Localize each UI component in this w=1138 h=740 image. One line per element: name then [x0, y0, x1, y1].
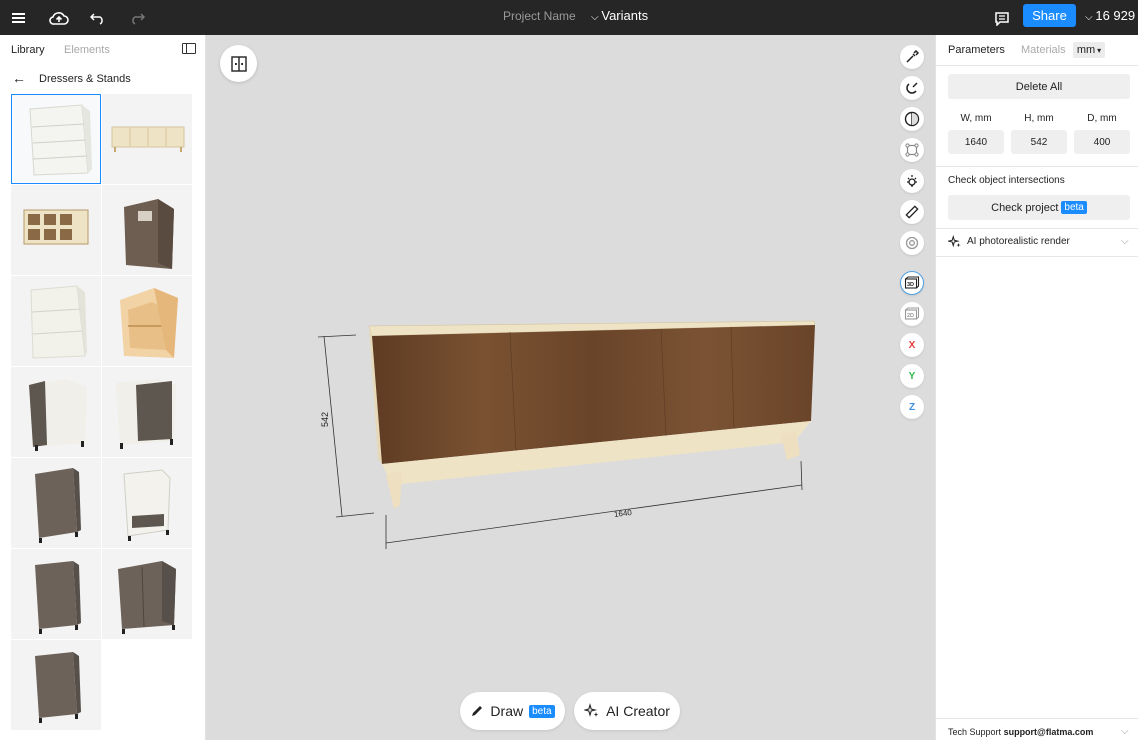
view-2d-button[interactable]: 2D: [900, 302, 924, 326]
library-item[interactable]: [11, 185, 101, 275]
properties-panel: Parameters Materials mm ▾ Delete All W, m…: [935, 35, 1138, 740]
share-button[interactable]: Share: [1023, 4, 1076, 27]
check-project-button[interactable]: Check project beta: [948, 195, 1130, 220]
variants-dropdown[interactable]: ⌵ Variants: [591, 8, 648, 23]
project-name[interactable]: Project Name: [503, 9, 576, 23]
height-input[interactable]: 542: [1011, 130, 1067, 154]
width-input[interactable]: 1640: [948, 130, 1004, 154]
support-label-text: Tech Support: [948, 727, 1002, 737]
tab-library[interactable]: Library: [11, 44, 45, 56]
tech-support-row[interactable]: Tech Support support@flatma.com ⌵: [936, 718, 1138, 740]
library-item[interactable]: [11, 367, 101, 457]
contrast-icon[interactable]: [900, 107, 924, 131]
check-project-label: Check project: [991, 201, 1059, 214]
height-label: H, mm: [1024, 113, 1054, 124]
tab-materials[interactable]: Materials: [1021, 44, 1066, 56]
ai-creator-button[interactable]: AI Creator: [574, 692, 680, 730]
divider: [936, 65, 1138, 66]
target-icon[interactable]: [900, 231, 924, 255]
ruler-icon[interactable]: [900, 200, 924, 224]
chevron-down-icon: ⌵: [1121, 726, 1129, 737]
magnet-icon[interactable]: [900, 76, 924, 100]
x-axis-button[interactable]: X: [900, 333, 924, 357]
tab-elements[interactable]: Elements: [64, 44, 110, 56]
bounding-box-icon[interactable]: [900, 138, 924, 162]
y-axis-button[interactable]: Y: [900, 364, 924, 388]
3d-viewport[interactable]: 542 1640 3D 2D X Y Z Draw beta AI Creato…: [206, 35, 935, 740]
tech-support-label: Tech Support support@flatma.com: [948, 727, 1093, 737]
library-panel: Library Elements ← Dressers & Stands: [0, 35, 206, 740]
units-value: mm: [1076, 44, 1096, 56]
pencil-icon: [472, 706, 483, 716]
width-label: W, mm: [960, 113, 992, 124]
balance-dropdown[interactable]: ⌵ 16 929: [1085, 8, 1135, 23]
intersections-heading: Check object intersections: [948, 175, 1065, 186]
lighting-icon[interactable]: [900, 169, 924, 193]
divider: [936, 256, 1138, 257]
category-title: Dressers & Stands: [39, 73, 131, 85]
tab-parameters[interactable]: Parameters: [948, 44, 1005, 56]
library-item[interactable]: [102, 367, 192, 457]
library-item[interactable]: [11, 549, 101, 639]
support-email[interactable]: support@flatma.com: [1004, 727, 1094, 737]
collapse-panel-icon[interactable]: [182, 43, 196, 54]
draw-label: Draw: [490, 703, 524, 719]
library-item[interactable]: [102, 458, 192, 548]
ai-creator-label: AI Creator: [606, 703, 670, 719]
beta-badge: beta: [529, 704, 555, 718]
svg-text:2D: 2D: [907, 313, 914, 319]
chevron-down-icon: ⌵: [591, 12, 602, 23]
back-arrow-icon[interactable]: ←: [12, 71, 26, 85]
chevron-down-icon: ⌵: [1085, 12, 1096, 23]
depth-label: D, mm: [1087, 113, 1117, 124]
cloud-upload-icon[interactable]: [47, 6, 71, 30]
depth-input[interactable]: 400: [1074, 130, 1130, 154]
beta-badge: beta: [1061, 201, 1087, 214]
library-item[interactable]: [102, 94, 192, 184]
undo-icon[interactable]: [86, 6, 110, 30]
library-item[interactable]: [11, 640, 101, 730]
balance-count: 16 929: [1095, 8, 1136, 23]
library-item[interactable]: [102, 549, 192, 639]
chevron-down-icon: ▾: [1097, 45, 1102, 55]
height-dimension-label: 542: [320, 411, 330, 427]
eyedropper-icon[interactable]: [900, 45, 924, 69]
view-3d-button[interactable]: 3D: [900, 271, 924, 295]
ai-render-label: AI photorealistic render: [967, 236, 1070, 247]
redo-icon[interactable]: [125, 6, 149, 30]
z-axis-button[interactable]: Z: [900, 395, 924, 419]
sparkle-icon: [948, 235, 961, 248]
top-bar: Project Name ⌵ Variants Share ⌵ 16 929: [0, 0, 1138, 35]
library-item[interactable]: [102, 276, 192, 366]
variants-label: Variants: [601, 8, 649, 23]
units-select[interactable]: mm ▾: [1073, 42, 1105, 58]
library-item[interactable]: [11, 276, 101, 366]
chevron-down-icon: ⌵: [1121, 236, 1129, 247]
ai-render-row[interactable]: AI photorealistic render ⌵: [936, 228, 1138, 256]
comment-icon[interactable]: [990, 6, 1014, 30]
divider: [936, 166, 1138, 167]
library-item[interactable]: [11, 94, 101, 184]
svg-text:3D: 3D: [907, 282, 914, 288]
menu-icon[interactable]: [7, 6, 31, 30]
cabinet-model[interactable]: [206, 35, 935, 740]
library-item[interactable]: [11, 458, 101, 548]
library-item[interactable]: [102, 185, 192, 275]
delete-all-button[interactable]: Delete All: [948, 74, 1130, 99]
draw-button[interactable]: Draw beta: [460, 692, 565, 730]
sparkle-icon: [584, 703, 599, 717]
